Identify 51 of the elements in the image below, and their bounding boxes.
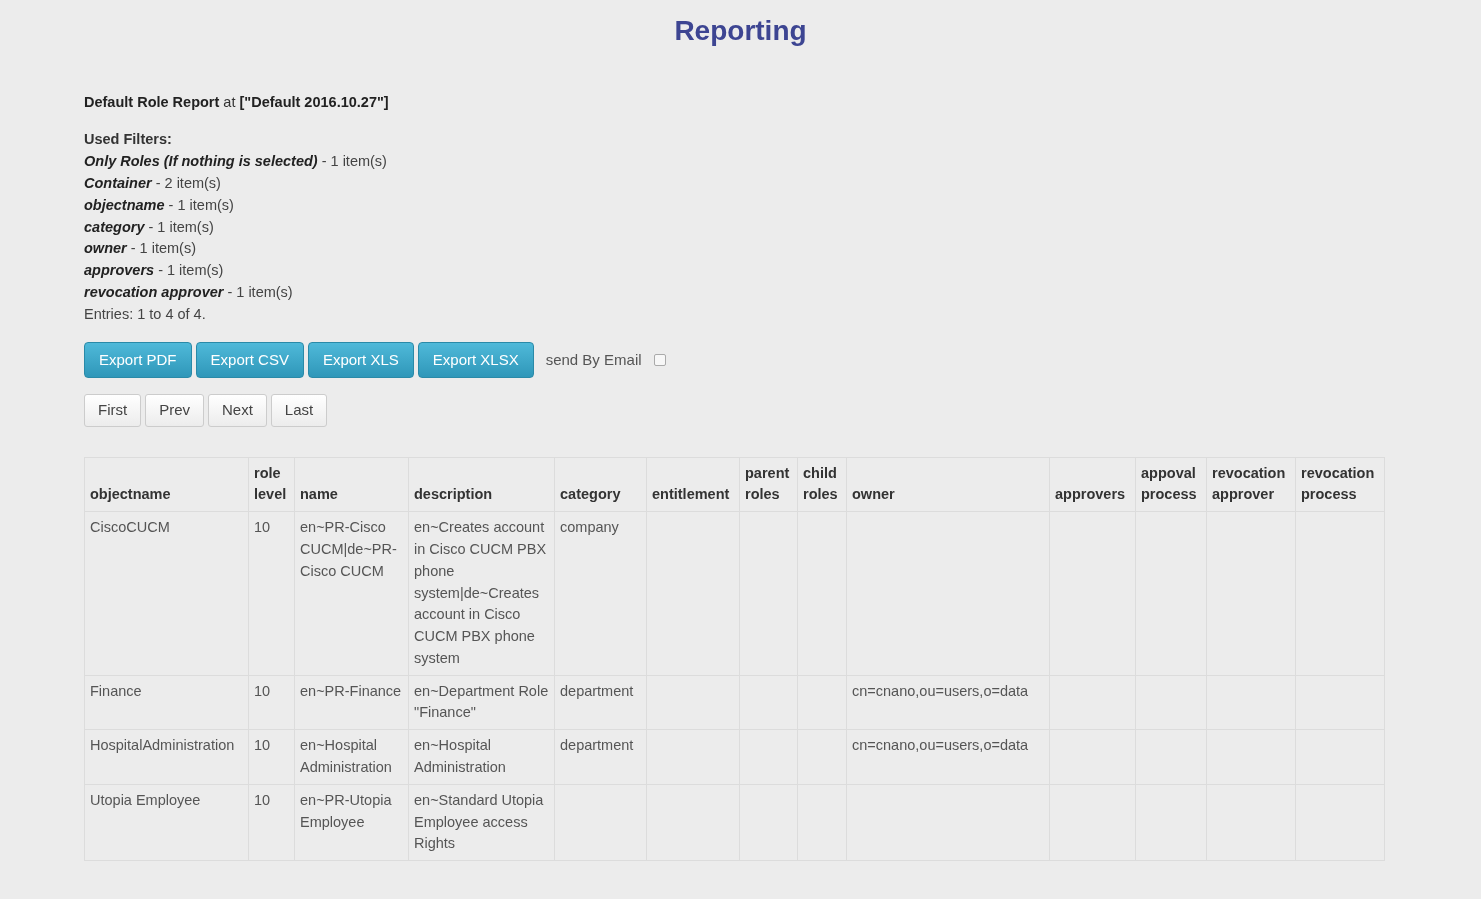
- column-header: category: [554, 457, 647, 512]
- entries-count: Entries: 1 to 4 of 4.: [84, 304, 207, 324]
- column-header: parent roles: [739, 457, 798, 512]
- column-header: child roles: [797, 457, 847, 512]
- table-cell: Utopia Employee: [84, 784, 249, 861]
- table-cell: en~Creates account in Cisco CUCM PBX phone system|de~Creates account in Cisco CUCM PBX phone system: [408, 511, 555, 676]
- page-title: Reporting: [673, 14, 808, 48]
- table-cell: CiscoCUCM: [84, 511, 249, 676]
- filter-line: owner - 1 item(s): [84, 239, 197, 259]
- table-cell: cn=cnano,ou=users,o=data: [846, 675, 1050, 730]
- filter-line: Container - 2 item(s): [84, 173, 222, 193]
- table-cell: 10: [248, 675, 295, 730]
- table-cell: cn=cnano,ou=users,o=data: [846, 729, 1050, 785]
- report-heading: Default Role Report at ["Default 2016.10.27"]: [84, 92, 390, 112]
- column-header: role level: [248, 457, 295, 512]
- column-header: owner: [846, 457, 1050, 512]
- table-cell: company: [554, 511, 647, 676]
- pager-button[interactable]: First: [84, 394, 142, 427]
- table-cell: en~PR-Cisco CUCM|de~PR-Cisco CUCM: [294, 511, 409, 676]
- send-by-email-label: send By Email: [545, 349, 642, 370]
- pager-button[interactable]: Prev: [145, 394, 204, 427]
- filters-label: Used Filters:: [84, 130, 173, 150]
- table-cell: en~Hospital Administration: [294, 729, 409, 785]
- table-cell: Finance: [84, 675, 249, 730]
- filter-line: approvers - 1 item(s): [84, 261, 225, 281]
- table-cell: 10: [248, 729, 295, 785]
- column-header: approvers: [1049, 457, 1136, 512]
- filter-line: category - 1 item(s): [84, 217, 215, 237]
- column-header: name: [294, 457, 409, 512]
- column-header: description: [408, 457, 555, 512]
- table-cell: 10: [248, 511, 295, 676]
- table-cell: HospitalAdministration: [84, 729, 249, 785]
- email-checkbox[interactable]: [653, 353, 666, 366]
- filter-line: Only Roles (If nothing is selected) - 1 item(s): [84, 152, 388, 172]
- table-cell: 10: [248, 784, 295, 861]
- column-header: entitlement: [646, 457, 740, 512]
- table-cell: department: [554, 729, 647, 785]
- table-cell: en~PR-Utopia Employee: [294, 784, 409, 861]
- table-cell: en~Department Role "Finance": [408, 675, 555, 730]
- pager-button[interactable]: Last: [270, 394, 328, 427]
- filter-line: objectname - 1 item(s): [84, 195, 235, 215]
- column-header: revocation process: [1295, 457, 1385, 512]
- column-header: objectname: [84, 457, 249, 512]
- table-cell: en~PR-Finance: [294, 675, 409, 730]
- filter-line: revocation approver - 1 item(s): [84, 282, 294, 302]
- column-header: appoval process: [1135, 457, 1207, 512]
- table-cell: en~Standard Utopia Employee access Rights: [408, 784, 555, 861]
- table-cell: department: [554, 675, 647, 730]
- pager-button[interactable]: Next: [208, 394, 267, 427]
- column-header: revocation approver: [1206, 457, 1296, 512]
- table-cell: en~Hospital Administration: [408, 729, 555, 785]
